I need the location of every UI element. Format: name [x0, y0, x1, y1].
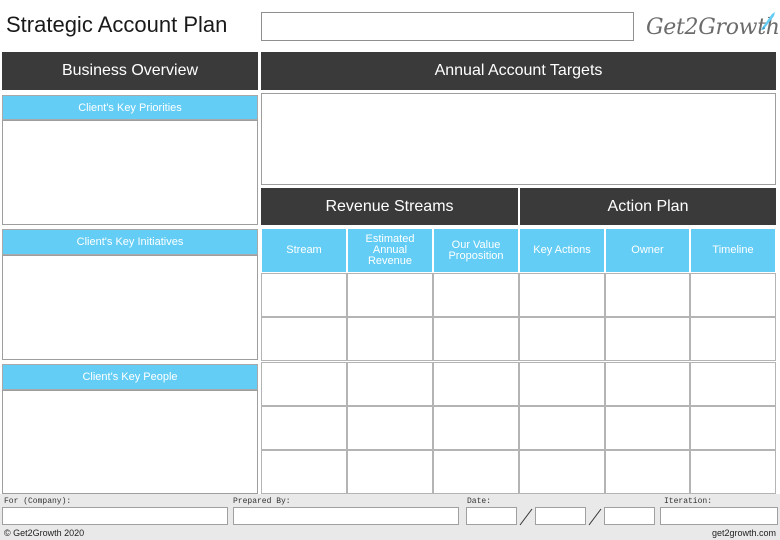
- page-title: Strategic Account Plan: [6, 12, 228, 37]
- iteration-field[interactable]: [660, 507, 778, 525]
- date-year-field[interactable]: [604, 507, 655, 525]
- grid-cell[interactable]: [347, 362, 433, 406]
- column-header-timeline: Timeline: [690, 228, 776, 273]
- grid-cell[interactable]: [433, 317, 519, 361]
- get2growth-logo: Get2Growth: [646, 10, 780, 44]
- business-overview-header: Business Overview: [2, 52, 258, 90]
- grid-cell[interactable]: [605, 273, 690, 317]
- grid-cell[interactable]: [433, 450, 519, 494]
- column-header-stream: Stream: [261, 228, 347, 273]
- annual-targets-header: Annual Account Targets: [261, 52, 776, 90]
- grid-cell[interactable]: [519, 317, 605, 361]
- rocket-icon: [761, 12, 775, 30]
- key-people-label: Client's Key People: [2, 364, 258, 390]
- grid-cell[interactable]: [347, 273, 433, 317]
- annual-targets-area[interactable]: [261, 93, 776, 185]
- grid-cell[interactable]: [690, 362, 776, 406]
- key-initiatives-area[interactable]: [2, 255, 258, 360]
- iteration-label: Iteration:: [664, 497, 713, 506]
- column-header-key-actions: Key Actions: [519, 228, 605, 273]
- account-name-field[interactable]: [261, 12, 634, 41]
- grid-cell[interactable]: [261, 273, 347, 317]
- grid-cell[interactable]: [519, 450, 605, 494]
- grid-cell[interactable]: [605, 450, 690, 494]
- date-separator-icon: [588, 508, 602, 526]
- copyright-text: © Get2Growth 2020: [4, 528, 85, 538]
- grid-cell[interactable]: [347, 406, 433, 450]
- for-company-field[interactable]: [2, 507, 228, 525]
- for-company-label: For (Company):: [4, 497, 72, 506]
- grid-cell[interactable]: [519, 362, 605, 406]
- key-people-area[interactable]: [2, 390, 258, 494]
- grid-cell[interactable]: [690, 450, 776, 494]
- date-label: Date:: [467, 497, 492, 506]
- date-day-field[interactable]: [466, 507, 517, 525]
- date-month-field[interactable]: [535, 507, 586, 525]
- prepared-by-field[interactable]: [233, 507, 459, 525]
- key-priorities-label: Client's Key Priorities: [2, 95, 258, 120]
- prepared-by-label: Prepared By:: [233, 497, 291, 506]
- grid-cell[interactable]: [433, 273, 519, 317]
- column-header-value-proposition: Our Value Proposition: [433, 228, 519, 273]
- grid-cell[interactable]: [690, 406, 776, 450]
- column-header-owner: Owner: [605, 228, 690, 273]
- grid-cell[interactable]: [605, 317, 690, 361]
- grid-cell[interactable]: [519, 406, 605, 450]
- grid-cell[interactable]: [605, 362, 690, 406]
- grid-cell[interactable]: [605, 406, 690, 450]
- grid-cell[interactable]: [261, 450, 347, 494]
- grid-cell[interactable]: [433, 362, 519, 406]
- grid-cell[interactable]: [347, 450, 433, 494]
- grid-cell[interactable]: [690, 317, 776, 361]
- column-header-estimated-revenue: Estimated Annual Revenue: [347, 228, 433, 273]
- revenue-streams-header: Revenue Streams: [261, 188, 518, 225]
- date-separator-icon: [519, 508, 533, 526]
- grid-cell[interactable]: [261, 362, 347, 406]
- key-priorities-area[interactable]: [2, 120, 258, 225]
- grid-cell[interactable]: [261, 406, 347, 450]
- action-plan-header: Action Plan: [520, 188, 776, 225]
- website-link[interactable]: get2growth.com: [712, 528, 776, 538]
- grid-cell[interactable]: [690, 273, 776, 317]
- grid-cell[interactable]: [519, 273, 605, 317]
- key-initiatives-label: Client's Key Initiatives: [2, 229, 258, 255]
- grid-cell[interactable]: [261, 317, 347, 361]
- grid-cell[interactable]: [347, 317, 433, 361]
- grid-cell[interactable]: [433, 406, 519, 450]
